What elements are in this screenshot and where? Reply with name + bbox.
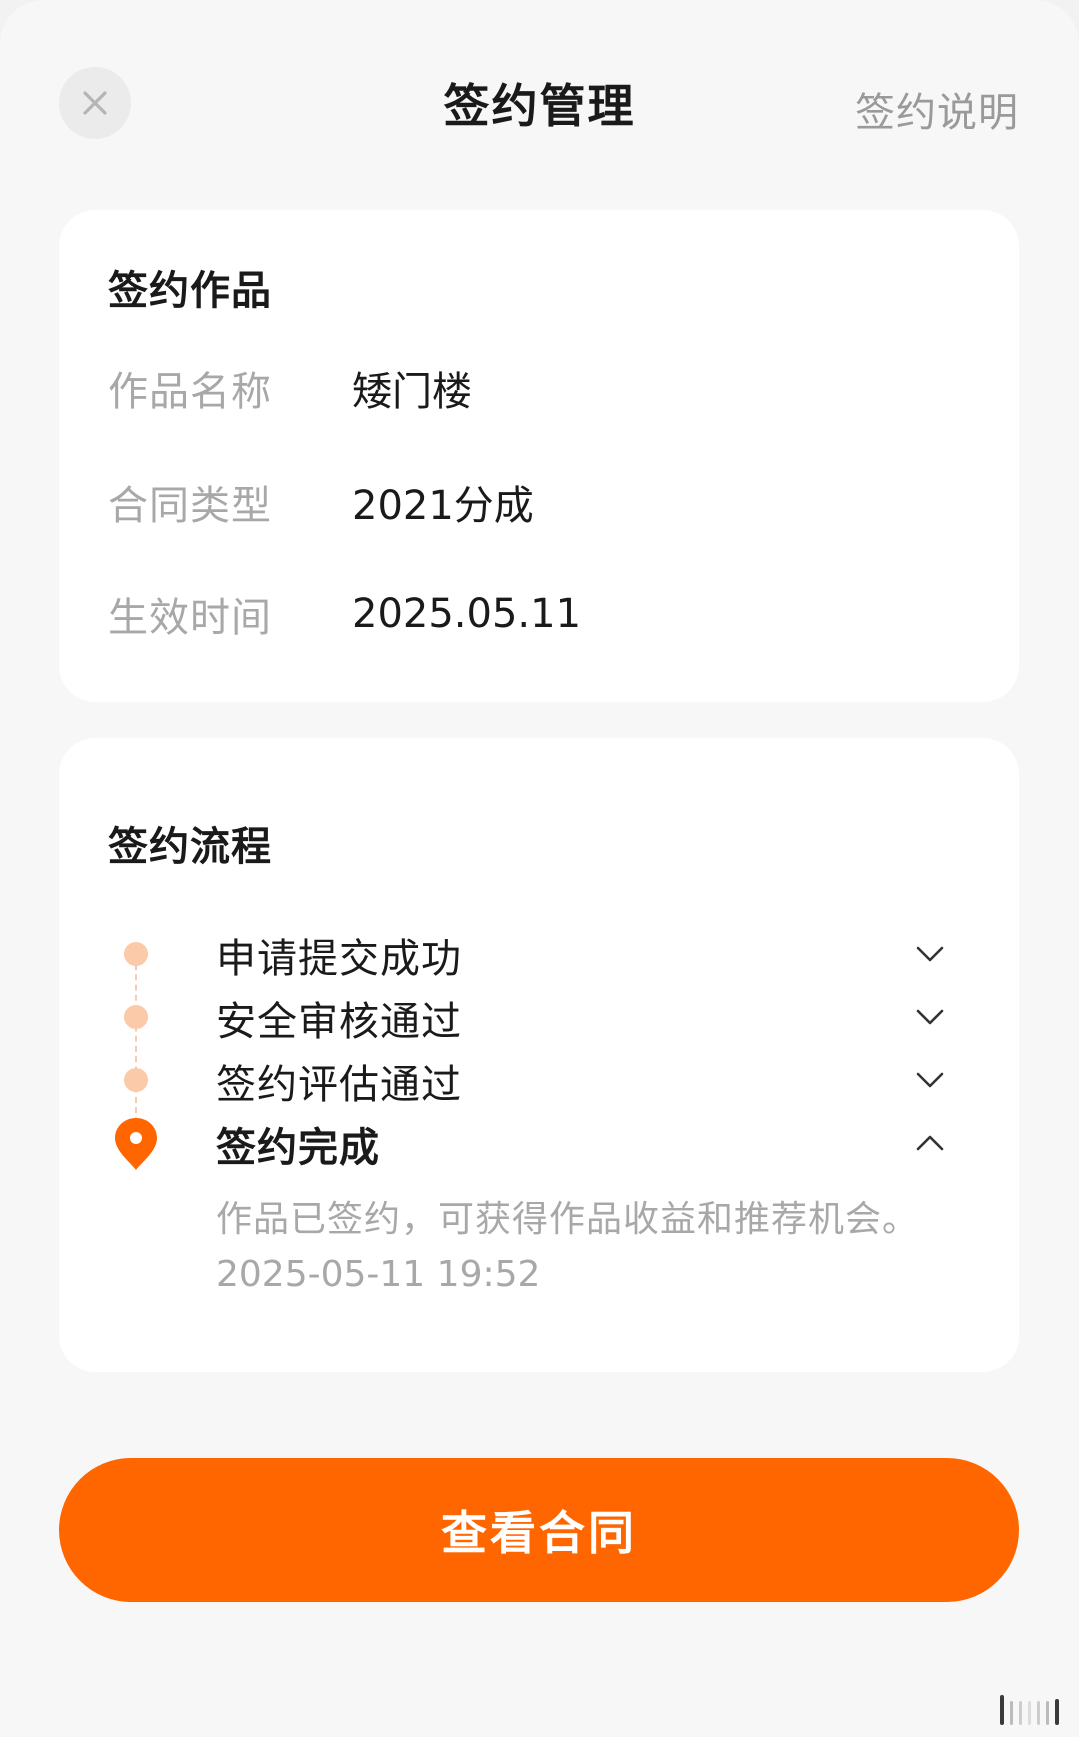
step-done-dot [124,942,148,966]
work-name-label: 作品名称 [108,369,272,415]
info-row-effective-date: 生效时间 2025.05.11 [108,584,581,644]
location-pin-icon [115,1118,157,1170]
chevron-down-icon[interactable] [913,1000,947,1034]
signing-sheet: 签约管理 签约说明 签约作品 作品名称 矮门楼 合同类型 2021分成 生效时间… [0,0,1079,1737]
contract-type-value: 2021分成 [352,483,534,529]
info-row-work-name: 作品名称 矮门楼 [108,358,472,418]
effective-date-value: 2025.05.11 [352,591,582,637]
contract-type-label: 合同类型 [108,483,272,529]
step-evaluation-label: 签约评估通过 [216,1062,462,1108]
chevron-down-icon[interactable] [913,937,947,971]
step-done-dot [124,1068,148,1092]
work-name-value: 矮门楼 [352,369,472,415]
chevron-down-icon[interactable] [913,1063,947,1097]
signing-flow-card: 签约流程 申请提交成功 安全审核通过 签约评估通过 签约完成 作品已签约，可获得… [59,738,1019,1372]
chevron-up-icon[interactable] [913,1126,947,1160]
step-done-dot [124,1005,148,1029]
flow-card-title: 签约流程 [108,824,272,870]
step-submitted-label: 申请提交成功 [216,936,462,982]
work-info-card: 签约作品 作品名称 矮门楼 合同类型 2021分成 生效时间 2025.05.1… [59,210,1019,702]
signing-help-link[interactable]: 签约说明 [855,80,1019,138]
view-contract-button[interactable]: 查看合同 [59,1458,1019,1602]
step-signing-complete-label: 签约完成 [216,1125,380,1171]
system-indicator [1000,1695,1059,1725]
effective-date-label: 生效时间 [108,595,272,641]
info-row-contract-type: 合同类型 2021分成 [108,472,534,532]
step-current-description: 作品已签约，可获得作品收益和推荐机会。 [216,1199,920,1240]
step-current-timestamp: 2025-05-11 19:52 [216,1254,541,1295]
step-security-review-label: 安全审核通过 [216,999,462,1045]
work-card-title: 签约作品 [108,268,272,314]
